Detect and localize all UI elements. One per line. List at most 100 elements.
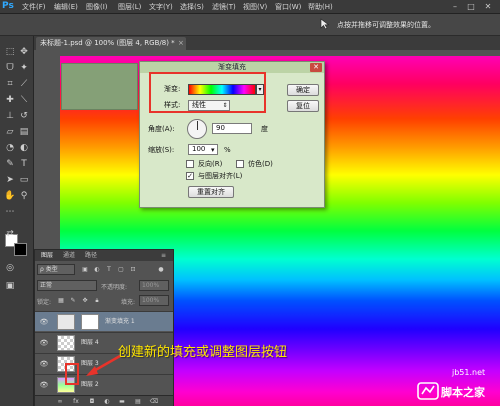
tab-paths[interactable]: 路径 <box>85 252 97 260</box>
layer-thumbnail <box>57 335 75 351</box>
photoshop-logo: Ps <box>2 1 14 11</box>
trash-icon[interactable]: ⌫ <box>149 397 159 406</box>
crop-tool-icon[interactable]: ⌗ <box>3 78 17 90</box>
layer-filter-row: ρ 类型 ▣ ◐ T ▢ ⊡ ● <box>37 264 171 276</box>
lock-all-icon[interactable]: 🔒︎ <box>93 296 101 305</box>
dodge-tool-icon[interactable]: ◐ <box>17 142 31 154</box>
filter-toggle-icon[interactable]: ● <box>157 265 165 274</box>
menu-help[interactable]: 帮助(H) <box>308 2 333 12</box>
layers-footer: ∞ fx ◘ ◐ ▬ ▤ ⌫ <box>35 395 173 406</box>
hand-tool-icon[interactable]: ✋ <box>3 190 17 202</box>
opacity-input[interactable]: 100% <box>139 280 169 291</box>
shape-tool-icon[interactable]: ▭ <box>17 174 31 186</box>
history-brush-icon[interactable]: ↺ <box>17 110 31 122</box>
new-layer-icon[interactable]: ▤ <box>133 397 143 406</box>
lock-image-icon[interactable]: ✎ <box>69 296 77 305</box>
zoom-tool-icon[interactable]: ⚲ <box>17 190 31 202</box>
blend-mode-select[interactable]: 正常 <box>37 280 97 291</box>
menu-view[interactable]: 视图(V) <box>243 2 267 12</box>
filter-shape-icon[interactable]: ▢ <box>117 265 125 274</box>
maximize-button[interactable]: □ <box>465 1 477 12</box>
watermark-logo-icon <box>417 382 439 400</box>
swap-colors-icon[interactable]: ⇄ <box>3 228 17 240</box>
filter-adjustment-icon[interactable]: ◐ <box>93 265 101 274</box>
menu-type[interactable]: 文字(Y) <box>149 2 173 12</box>
healing-brush-icon[interactable]: ✚ <box>3 94 17 106</box>
lasso-tool-icon[interactable]: ᗜ <box>3 62 17 74</box>
blend-row: 正常 不透明度: 100% <box>37 280 171 292</box>
eye-icon[interactable]: 👁︎ <box>39 317 49 327</box>
align-checkbox[interactable]: ✓ <box>186 172 194 180</box>
fill-input[interactable]: 100% <box>139 295 169 306</box>
layer-filter-select[interactable]: ρ 类型 <box>37 264 75 275</box>
annotation-arrow-icon <box>86 354 121 376</box>
angle-unit: 度 <box>261 125 268 133</box>
clone-stamp-icon[interactable]: ⊥ <box>3 110 17 122</box>
filter-type-icon[interactable]: T <box>105 265 113 274</box>
lock-row: 锁定: ▦ ✎ ✥ 🔒︎ 填充: 100% <box>37 295 171 307</box>
eye-icon[interactable]: 👁︎ <box>39 359 49 369</box>
menu-file[interactable]: 文件(F) <box>22 2 46 12</box>
menu-bar: Ps 文件(F) 编辑(E) 图像(I) 图层(L) 文字(Y) 选择(S) 滤… <box>0 0 500 14</box>
eyedropper-icon[interactable]: ⟋ <box>17 78 31 90</box>
angle-input[interactable]: 90 <box>212 123 252 134</box>
menu-filter[interactable]: 滤镜(T) <box>212 2 236 12</box>
reverse-checkbox[interactable] <box>186 160 194 168</box>
marquee-tool-icon[interactable]: ⬚ <box>3 46 17 58</box>
annotation-text: 创建新的填充或调整图层按钮 <box>118 345 288 360</box>
scale-unit: % <box>224 146 231 154</box>
tab-layers[interactable]: 图层 <box>41 252 53 260</box>
mask-icon[interactable]: ◘ <box>87 397 97 406</box>
filter-smart-icon[interactable]: ⊡ <box>129 265 137 274</box>
more-tools-icon[interactable]: ⋯ <box>3 206 17 218</box>
screen-mode-icon[interactable]: ▣ <box>3 280 17 292</box>
fx-icon[interactable]: fx <box>71 397 81 406</box>
gradient-highlight-box <box>149 72 266 113</box>
pen-tool-icon[interactable]: ✎ <box>3 158 17 170</box>
quick-mask-icon[interactable]: ◎ <box>3 262 17 274</box>
folder-icon[interactable]: ▬ <box>117 397 127 406</box>
tab-close-icon[interactable]: × <box>178 37 184 50</box>
scale-dropdown-icon[interactable]: ▾ <box>211 146 215 155</box>
adjustment-icon[interactable]: ◐ <box>102 397 112 406</box>
magic-wand-icon[interactable]: ✦ <box>17 62 31 74</box>
adjustment-button-highlight <box>65 363 79 385</box>
layer-row[interactable]: 👁︎ 渐变填充 1 <box>35 311 173 331</box>
minimize-button[interactable]: – <box>449 1 461 12</box>
dialog-close-button[interactable]: ✕ <box>310 63 322 72</box>
menu-image[interactable]: 图像(I) <box>86 2 108 12</box>
tab-channels[interactable]: 通道 <box>63 252 75 260</box>
lock-transparent-icon[interactable]: ▦ <box>57 296 65 305</box>
move-tool-icon[interactable]: ✥ <box>17 46 31 58</box>
filter-pixel-icon[interactable]: ▣ <box>81 265 89 274</box>
menu-layer[interactable]: 图层(L) <box>118 2 141 12</box>
move-cursor-icon <box>320 18 330 30</box>
blur-tool-icon[interactable]: ◔ <box>3 142 17 154</box>
reset-align-button[interactable]: 重置对齐 <box>188 186 234 198</box>
brush-tool-icon[interactable]: ⟍ <box>17 94 31 106</box>
menu-edit[interactable]: 编辑(E) <box>54 2 78 12</box>
fill-label: 填充: <box>121 299 136 306</box>
reset-button[interactable]: 复位 <box>287 100 319 112</box>
menu-select[interactable]: 选择(S) <box>180 2 204 12</box>
type-tool-icon[interactable]: T <box>17 158 31 170</box>
gradient-tool-icon[interactable]: ▤ <box>17 126 31 138</box>
background-color-swatch[interactable] <box>14 243 27 256</box>
link-icon[interactable]: ∞ <box>55 397 65 406</box>
ok-button[interactable]: 确定 <box>287 84 319 96</box>
angle-needle <box>197 121 198 130</box>
eye-icon[interactable]: 👁︎ <box>39 338 49 348</box>
lock-position-icon[interactable]: ✥ <box>81 296 89 305</box>
dither-checkbox[interactable] <box>236 160 244 168</box>
layers-panel-tabs: 图层 通道 路径 ≡ <box>35 250 173 261</box>
panel-menu-icon[interactable]: ≡ <box>161 252 166 260</box>
document-tab[interactable]: 未标题-1.psd @ 100% (图层 4, RGB/8) * × <box>36 37 186 50</box>
close-button[interactable]: ✕ <box>482 1 494 12</box>
layer-name: 渐变填充 1 <box>105 318 135 325</box>
eye-icon[interactable]: 👁︎ <box>39 380 49 390</box>
document-tab-title: 未标题-1.psd @ 100% (图层 4, RGB/8) * <box>40 39 175 47</box>
menu-window[interactable]: 窗口(W) <box>275 2 301 12</box>
eraser-icon[interactable]: ▱ <box>3 126 17 138</box>
path-select-icon[interactable]: ➤ <box>3 174 17 186</box>
angle-dial[interactable] <box>187 119 207 139</box>
